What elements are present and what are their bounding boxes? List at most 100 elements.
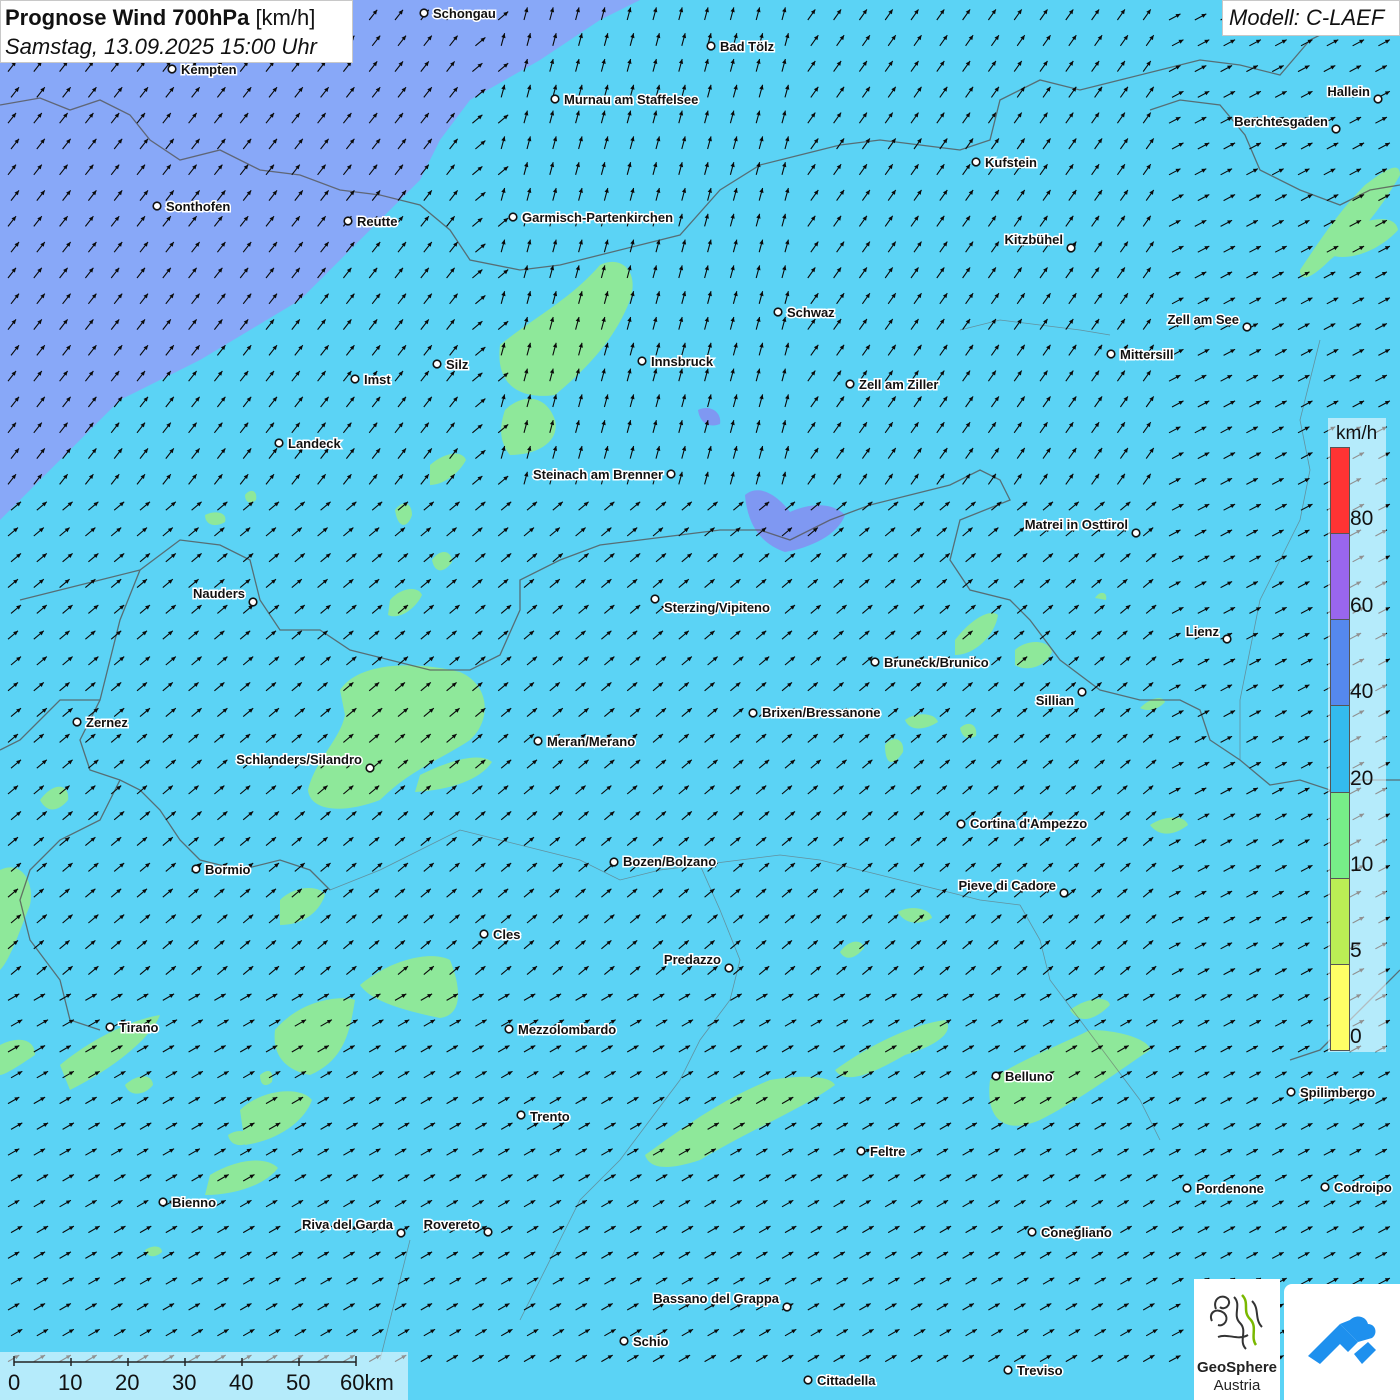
city-dot — [1077, 687, 1087, 697]
city-label: Schio — [633, 1334, 668, 1349]
city-label: Bad Tölz — [720, 39, 775, 54]
city-marker[interactable]: Zell am Ziller — [845, 376, 940, 394]
city-label: Bozen/Bolzano — [623, 854, 716, 869]
city-label: Predazzo — [664, 952, 721, 967]
city-label: Conegliano — [1041, 1225, 1112, 1240]
legend-seg-0-5 — [1331, 964, 1349, 1050]
city-label: Nauders — [193, 586, 245, 601]
scale-label-50: 50 — [286, 1370, 311, 1395]
city-dot — [504, 1024, 514, 1034]
city-label: Zell am See — [1167, 312, 1239, 327]
city-dot — [158, 1197, 168, 1207]
city-dot — [105, 1022, 115, 1032]
legend-label-10: 10 — [1350, 853, 1374, 876]
scale-label-60km: 60km — [340, 1370, 394, 1395]
legend-seg-10-20 — [1331, 792, 1349, 879]
legend-label-60: 60 — [1350, 594, 1374, 617]
city-dot — [1003, 1365, 1013, 1375]
city-marker[interactable]: Brixen/Bressanone — [748, 704, 882, 722]
city-label: Pieve di Cadore — [958, 878, 1056, 893]
scale-label-10: 10 — [58, 1370, 83, 1395]
city-dot — [479, 929, 489, 939]
weather-app-icon — [1308, 1316, 1376, 1364]
city-label: Landeck — [288, 436, 342, 451]
city-dot — [956, 819, 966, 829]
city-dot — [248, 597, 258, 607]
city-marker[interactable]: Pordenone — [1182, 1180, 1265, 1198]
city-label: Bienno — [172, 1195, 216, 1210]
city-label: Imst — [364, 372, 391, 387]
city-label: Trento — [530, 1109, 570, 1124]
city-label: Sonthofen — [166, 199, 230, 214]
legend-seg-60-80 — [1331, 534, 1349, 621]
map-title-main: Prognose Wind 700hPa — [5, 5, 250, 30]
city-dot — [1373, 94, 1383, 104]
city-dot — [365, 763, 375, 773]
city-dot — [191, 864, 201, 874]
geosphere-logo[interactable]: GeoSphere Austria — [1194, 1279, 1280, 1400]
city-label: Garmisch-Partenkirchen — [522, 210, 673, 225]
city-dot — [1242, 322, 1252, 332]
wind-map[interactable]: Schongau Bad Tölz Kempten Murnau am Staffel… — [0, 0, 1400, 1400]
city-marker[interactable]: Bruneck/Brunico — [870, 654, 990, 672]
legend-label-20: 20 — [1350, 767, 1374, 790]
city-dot — [1182, 1183, 1192, 1193]
city-dot — [1027, 1227, 1037, 1237]
forecast-date: Samstag, 13.09.2025 15:00 Uhr — [5, 34, 317, 59]
city-dot — [432, 359, 442, 369]
city-marker[interactable]: Spilimbergo — [1286, 1084, 1377, 1102]
weather-app-logo[interactable] — [1284, 1284, 1400, 1400]
city-dot — [773, 307, 783, 317]
city-dot — [650, 594, 660, 604]
city-label: Codroipo — [1334, 1180, 1392, 1195]
map-title-unit: [km/h] — [255, 5, 316, 30]
city-label: Reutte — [357, 214, 397, 229]
city-marker[interactable]: Steinach am Brenner — [531, 466, 676, 484]
city-label: Treviso — [1017, 1363, 1063, 1378]
city-label: Kempten — [181, 62, 237, 77]
geosphere-name: GeoSphere — [1196, 1359, 1278, 1376]
city-dot — [1286, 1087, 1296, 1097]
city-marker[interactable]: Garmisch-Partenkirchen — [508, 209, 675, 227]
city-marker[interactable]: Conegliano — [1027, 1224, 1113, 1242]
city-marker[interactable]: Mezzolombardo — [504, 1021, 618, 1039]
city-label: Rovereto — [424, 1217, 480, 1232]
city-label: Kufstein — [985, 155, 1037, 170]
city-marker[interactable]: Bozen/Bolzano — [609, 853, 718, 871]
scale-label-40: 40 — [229, 1370, 254, 1395]
city-dot — [619, 1336, 629, 1346]
city-dot — [1331, 124, 1341, 134]
city-marker[interactable]: Murnau am Staffelsee — [550, 91, 700, 109]
city-dot — [748, 708, 758, 718]
city-label: Brixen/Bressanone — [762, 705, 881, 720]
city-label: Spilimbergo — [1300, 1085, 1375, 1100]
city-marker[interactable]: Cortina d'Ampezzo — [956, 815, 1089, 833]
city-label: Schongau — [433, 6, 496, 21]
city-marker[interactable]: Meran/Merano — [533, 733, 637, 751]
scale-label-0: 0 — [8, 1370, 21, 1395]
city-label: Tirano — [119, 1020, 159, 1035]
legend-label-5: 5 — [1350, 939, 1362, 962]
city-dot — [666, 469, 676, 479]
legend-label-40: 40 — [1350, 680, 1374, 703]
legend-label-0: 0 — [1350, 1025, 1362, 1048]
legend-label-80: 80 — [1350, 507, 1374, 530]
city-dot — [870, 657, 880, 667]
city-label: Mezzolombardo — [518, 1022, 616, 1037]
city-dot — [724, 963, 734, 973]
city-dot — [483, 1227, 493, 1237]
city-label: Meran/Merano — [547, 734, 635, 749]
city-dot — [856, 1146, 866, 1156]
city-dot — [971, 157, 981, 167]
city-dot — [845, 379, 855, 389]
city-label: Belluno — [1005, 1069, 1053, 1084]
city-label: Matrei in Osttirol — [1025, 517, 1128, 532]
city-dot — [1106, 349, 1116, 359]
city-label: Schlanders/Silandro — [236, 752, 362, 767]
city-dot — [609, 857, 619, 867]
city-dot — [152, 201, 162, 211]
city-dot — [1059, 888, 1069, 898]
legend-seg-40-60 — [1331, 620, 1349, 707]
map-title: Prognose Wind 700hPa [km/h] — [5, 5, 315, 31]
city-dot — [550, 94, 560, 104]
